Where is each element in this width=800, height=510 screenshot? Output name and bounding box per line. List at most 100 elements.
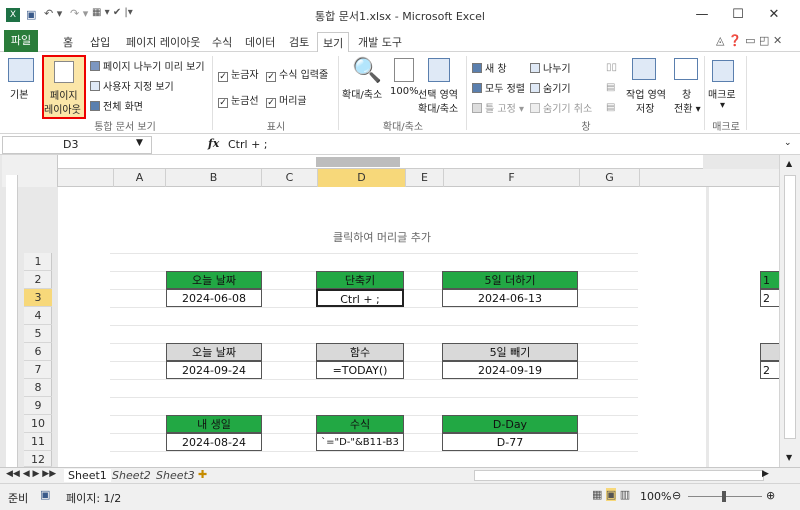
tab-view[interactable]: 보기 bbox=[317, 32, 350, 53]
maximize-button[interactable]: ☐ bbox=[724, 4, 752, 26]
unhide-button[interactable]: 숨기기 취소 bbox=[530, 100, 592, 115]
cell-d10[interactable]: 수식 bbox=[316, 415, 404, 433]
column-header-c[interactable]: C bbox=[262, 169, 318, 187]
cell-d2[interactable]: 단축키 bbox=[316, 271, 404, 289]
tab-home[interactable]: 홈 bbox=[63, 34, 73, 50]
vertical-scrollbar[interactable]: ▲ ▼ bbox=[779, 155, 800, 467]
cell-page2-r2[interactable]: 1 bbox=[760, 271, 779, 289]
sheet-tab-2[interactable]: Sheet2 bbox=[112, 469, 151, 482]
cell-b2[interactable]: 오늘 날짜 bbox=[166, 271, 262, 289]
row-header-10[interactable]: 10 bbox=[24, 415, 52, 433]
tab-review[interactable]: 검토 bbox=[289, 34, 309, 50]
horizontal-scrollbar[interactable] bbox=[474, 470, 764, 481]
zoom-in-icon[interactable]: ⊕ bbox=[766, 489, 775, 502]
split-button[interactable]: 나누기 bbox=[530, 60, 571, 75]
cell-page2-r7[interactable]: 2 bbox=[760, 361, 779, 379]
row-header-8[interactable]: 8 bbox=[24, 379, 52, 397]
zoom-level[interactable]: 100% bbox=[640, 490, 671, 503]
custom-view-button[interactable]: 사용자 지정 보기 bbox=[90, 78, 174, 93]
cell-f11[interactable]: D-77 bbox=[442, 433, 578, 451]
sheet-tab-1[interactable]: Sheet1 bbox=[64, 469, 111, 482]
row-header-7[interactable]: 7 bbox=[24, 361, 52, 379]
formula-input[interactable]: Ctrl + ; bbox=[228, 138, 778, 151]
column-header-a[interactable]: A bbox=[114, 169, 166, 187]
formula-bar-checkbox[interactable]: ✓ 수식 입력줄 bbox=[266, 66, 328, 82]
cell-b3[interactable]: 2024-06-08 bbox=[166, 289, 262, 307]
expand-formula-icon[interactable]: ⌄ bbox=[784, 138, 792, 148]
cell-f10[interactable]: D-Day bbox=[442, 415, 578, 433]
tab-insert[interactable]: 삽입 bbox=[90, 34, 110, 50]
row-header-11[interactable]: 11 bbox=[24, 433, 52, 451]
cell-f3[interactable]: 2024-06-13 bbox=[442, 289, 578, 307]
sheet-nav-icon[interactable]: ◀◀ ◀ ▶ ▶▶ bbox=[6, 469, 56, 479]
zoom-selection-button[interactable]: 선택 영역 bbox=[418, 86, 458, 101]
zoom-100-button[interactable]: 100% bbox=[390, 86, 419, 97]
gridlines-checkbox[interactable]: ✓ 눈금선 bbox=[218, 92, 259, 108]
tab-page-layout[interactable]: 페이지 레이아웃 bbox=[126, 34, 200, 50]
tab-data[interactable]: 데이터 bbox=[245, 34, 275, 50]
view-buttons-icon[interactable]: ▦ ▣ ▥ bbox=[592, 488, 630, 501]
normal-view-button[interactable]: 기본 bbox=[10, 86, 28, 101]
zoom-out-icon[interactable]: ⊖ bbox=[672, 489, 681, 502]
column-header-g[interactable]: G bbox=[580, 169, 640, 187]
name-box-dropdown-icon[interactable]: ▼ bbox=[136, 138, 143, 148]
new-sheet-icon[interactable]: ✚ bbox=[198, 468, 207, 481]
cell-f2[interactable]: 5일 더하기 bbox=[442, 271, 578, 289]
new-window-button[interactable]: 새 창 bbox=[472, 60, 507, 75]
cell-b6[interactable]: 오늘 날짜 bbox=[166, 343, 262, 361]
hide-button[interactable]: 숨기기 bbox=[530, 80, 571, 95]
cell-f7[interactable]: 2024-09-19 bbox=[442, 361, 578, 379]
row-header-1[interactable]: 1 bbox=[24, 253, 52, 271]
help-icon[interactable]: ◬ ❓ ▭ ◰ ✕ bbox=[716, 34, 782, 47]
row-header-5[interactable]: 5 bbox=[24, 325, 52, 343]
ruler-checkbox[interactable]: ✓ 눈금자 bbox=[218, 66, 259, 82]
normal-view-icon[interactable] bbox=[8, 58, 34, 82]
macro-dropdown-icon[interactable]: ▾ bbox=[720, 100, 725, 111]
cell-d11[interactable]: `="D-"&B11-B3 bbox=[316, 433, 404, 451]
scroll-up-icon[interactable]: ▲ bbox=[786, 159, 792, 168]
row-header-12[interactable]: 12 bbox=[24, 451, 52, 467]
minimize-button[interactable]: — bbox=[688, 4, 716, 26]
column-header-f[interactable]: F bbox=[444, 169, 580, 187]
cell-d3[interactable]: Ctrl + ; bbox=[316, 289, 404, 307]
tab-formulas[interactable]: 수식 bbox=[212, 34, 232, 50]
zoom-icon[interactable]: 🔍 bbox=[352, 56, 382, 84]
cell-b10[interactable]: 내 생일 bbox=[166, 415, 262, 433]
zoom-button[interactable]: 확대/축소 bbox=[342, 86, 382, 101]
row-header-9[interactable]: 9 bbox=[24, 397, 52, 415]
row-header-6[interactable]: 6 bbox=[24, 343, 52, 361]
freeze-panes-button[interactable]: 틀 고정 ▾ bbox=[472, 100, 524, 115]
cell-page2-r6[interactable] bbox=[760, 343, 779, 361]
cell-d7[interactable]: =TODAY() bbox=[316, 361, 404, 379]
arrange-all-button[interactable]: 모두 정렬 bbox=[472, 80, 525, 95]
cell-f6[interactable]: 5일 빼기 bbox=[442, 343, 578, 361]
zoom-slider-thumb[interactable] bbox=[722, 491, 726, 502]
close-button[interactable]: ✕ bbox=[760, 4, 788, 26]
window-side-icons[interactable]: ▯▯ ▤ ▤ bbox=[606, 58, 617, 118]
vertical-scroll-thumb[interactable] bbox=[784, 175, 796, 439]
cell-b11[interactable]: 2024-08-24 bbox=[166, 433, 262, 451]
name-box[interactable]: D3 bbox=[2, 136, 152, 154]
insert-function-icon[interactable]: fx bbox=[208, 137, 219, 150]
row-header-2[interactable]: 2 bbox=[24, 271, 52, 289]
cell-page2-r3[interactable]: 2 bbox=[760, 289, 779, 307]
save-workspace-button[interactable]: 작업 영역 bbox=[626, 86, 666, 101]
row-header-4[interactable]: 4 bbox=[24, 307, 52, 325]
page-break-preview-button[interactable]: 페이지 나누기 미리 보기 bbox=[90, 58, 205, 73]
header-placeholder[interactable]: 클릭하여 머리글 추가 bbox=[58, 229, 706, 245]
scroll-right-icon[interactable]: ▶ bbox=[762, 469, 769, 479]
sheet-tab-3[interactable]: Sheet3 bbox=[156, 469, 195, 482]
column-header-d[interactable]: D bbox=[318, 169, 406, 187]
full-screen-button[interactable]: 전체 화면 bbox=[90, 98, 143, 113]
column-header-e[interactable]: E bbox=[406, 169, 444, 187]
tab-developer[interactable]: 개발 도구 bbox=[358, 34, 402, 50]
row-header-3[interactable]: 3 bbox=[24, 289, 52, 307]
scroll-down-icon[interactable]: ▼ bbox=[786, 453, 792, 462]
cell-d6[interactable]: 함수 bbox=[316, 343, 404, 361]
macro-button[interactable]: 매크로 bbox=[708, 86, 736, 101]
switch-windows-button[interactable]: 창 bbox=[682, 86, 691, 101]
cell-b7[interactable]: 2024-09-24 bbox=[166, 361, 262, 379]
column-header-b[interactable]: B bbox=[166, 169, 262, 187]
macro-record-icon[interactable]: ▣ bbox=[40, 488, 50, 501]
page-layout-view-button[interactable]: 페이지 레이아웃 bbox=[42, 55, 86, 119]
